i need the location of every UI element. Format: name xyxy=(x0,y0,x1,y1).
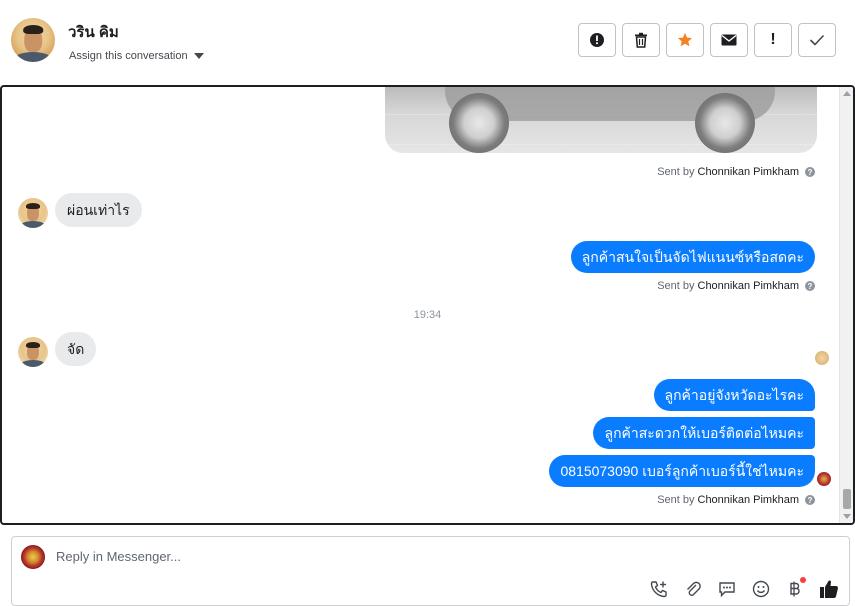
reply-input[interactable] xyxy=(56,549,816,564)
paperclip-icon xyxy=(687,581,701,596)
contact-avatar-small xyxy=(18,337,48,367)
exclamation-icon: ! xyxy=(770,31,776,48)
phone-plus-icon xyxy=(650,581,667,598)
mark-important-button[interactable]: ! xyxy=(754,23,792,57)
agent-name[interactable]: Chonnikan Pimkham xyxy=(698,280,800,292)
message-thread[interactable]: Sent by Chonnikan Pimkham ? ผ่อนเท่าไร ล… xyxy=(0,85,855,525)
sent-by-label: Sent by Chonnikan Pimkham ? xyxy=(657,280,815,292)
sent-by-label: Sent by Chonnikan Pimkham ? xyxy=(657,166,815,178)
help-icon[interactable]: ? xyxy=(805,495,815,505)
incoming-message[interactable]: ผ่อนเท่าไร xyxy=(55,193,142,227)
outgoing-message[interactable]: ลูกค้าสะดวกให้เบอร์ติดต่อไหมคะ xyxy=(593,417,815,449)
outgoing-message[interactable]: ลูกค้าอยู่จังหวัดอะไรคะ xyxy=(653,379,815,411)
thumbs-up-icon xyxy=(820,580,838,598)
scroll-thumb[interactable] xyxy=(843,489,851,509)
delete-button[interactable] xyxy=(622,23,660,57)
attach-button[interactable] xyxy=(683,579,703,599)
alert-circle-icon xyxy=(590,33,604,47)
outgoing-message[interactable]: 0815073090 เบอร์ลูกค้าเบอร์นี้ใช่ไหมคะ xyxy=(549,455,815,487)
help-icon[interactable]: ? xyxy=(805,281,815,291)
agent-name[interactable]: Chonnikan Pimkham xyxy=(698,494,800,506)
conversation-actions: ! xyxy=(578,23,836,57)
notification-dot xyxy=(800,577,806,583)
agent-name[interactable]: Chonnikan Pimkham xyxy=(698,166,800,178)
mark-unread-button[interactable] xyxy=(710,23,748,57)
outgoing-message[interactable]: ลูกค้าสนใจเป็นจัดไฟแนนซ์หรือสดคะ xyxy=(570,241,815,273)
contact-avatar-small xyxy=(18,198,48,228)
seen-by-page-avatar xyxy=(817,472,831,486)
checkmark-icon xyxy=(809,34,825,46)
chat-bubble-icon xyxy=(719,582,735,598)
trash-icon xyxy=(635,32,647,48)
call-button[interactable] xyxy=(649,579,669,599)
contact-name[interactable]: วริน คิม xyxy=(68,20,119,44)
saved-replies-button[interactable] xyxy=(717,579,737,599)
scroll-down-arrow-icon[interactable] xyxy=(843,514,851,519)
contact-avatar[interactable] xyxy=(11,18,55,62)
thread-scrollbar[interactable] xyxy=(839,87,853,523)
mark-done-button[interactable] xyxy=(798,23,836,57)
message-timestamp: 19:34 xyxy=(413,309,442,321)
reply-composer xyxy=(11,536,850,606)
star-icon xyxy=(678,33,692,47)
caret-down-icon xyxy=(193,53,204,59)
emoji-button[interactable] xyxy=(751,579,771,599)
sent-by-label: Sent by Chonnikan Pimkham ? xyxy=(657,494,815,506)
mark-spam-button[interactable] xyxy=(578,23,616,57)
page-avatar xyxy=(21,545,45,569)
car-photo-attachment[interactable] xyxy=(385,87,817,153)
read-receipt-avatar xyxy=(815,351,829,365)
assign-label: Assign this conversation xyxy=(69,50,188,62)
like-button[interactable] xyxy=(819,579,839,599)
payment-button[interactable] xyxy=(785,577,806,599)
composer-toolbar xyxy=(649,577,839,599)
incoming-message[interactable]: จัด xyxy=(55,332,97,366)
star-button[interactable] xyxy=(666,23,704,57)
scroll-up-arrow-icon[interactable] xyxy=(843,91,851,96)
assign-conversation-dropdown[interactable]: Assign this conversation xyxy=(69,50,204,62)
help-icon[interactable]: ? xyxy=(805,167,815,177)
smiley-icon xyxy=(752,580,770,598)
envelope-icon xyxy=(721,34,737,46)
conversation-header: วริน คิม Assign this conversation ! xyxy=(0,0,855,85)
